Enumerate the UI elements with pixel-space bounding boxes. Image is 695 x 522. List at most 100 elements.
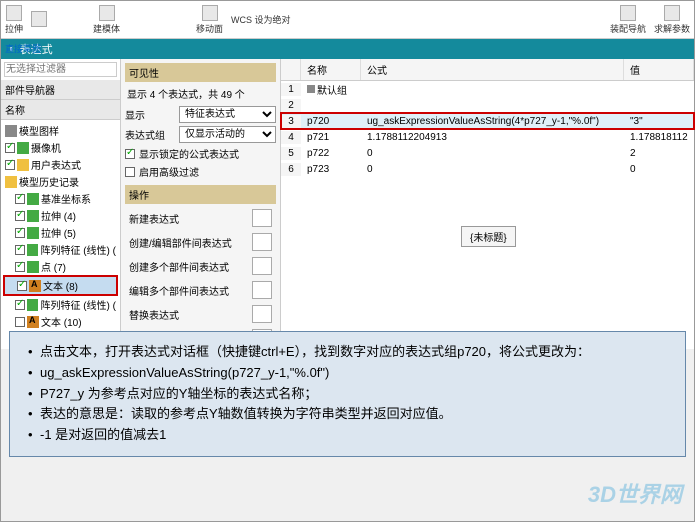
tree-item-label: 点 (7) [41, 259, 66, 274]
mid-panel: 可见性 显示 4 个表达式，共 49 个 显示 特征表达式 表达式组 仅显示活动… [121, 59, 281, 349]
tree-checkbox[interactable] [15, 300, 25, 310]
tree-item[interactable]: 文本 (10) [3, 313, 118, 330]
tree-item[interactable]: 模型图样 [3, 122, 118, 139]
model-tree: 模型图样摄像机用户表达式模型历史记录基准坐标系拉伸 (4) 拉伸 (5) 阵列特征 … [1, 120, 120, 349]
green-icon [27, 299, 39, 311]
tree-item-label: 基准坐标系 [41, 191, 91, 206]
table-row[interactable]: 6p72300 [281, 161, 694, 177]
instruction-item: 点击文本，打开表达式对话框（快捷键ctrl+E），找到数字对应的表达式组p720… [24, 342, 671, 363]
tree-checkbox[interactable] [15, 228, 25, 238]
action-item[interactable]: 替换表达式 [125, 302, 276, 326]
tree-item[interactable]: 阵列特征 (线性) ( [3, 296, 118, 313]
tree-item-label: 阵列特征 (线性) ( [40, 242, 116, 257]
table-row[interactable]: 3p720ug_askExpressionValueAsString(4*p72… [281, 113, 694, 129]
th-value[interactable]: 值 [624, 59, 694, 80]
folder-icon [17, 159, 29, 171]
left-panel: 部件导航器 名称 模型图样摄像机用户表达式模型历史记录基准坐标系拉伸 (4) 拉伸… [1, 59, 121, 349]
table-row[interactable]: 4p7211.17881122049131.178818112 [281, 129, 694, 145]
action-icon [252, 233, 272, 251]
ribbon-item[interactable]: 拉伸 [5, 5, 23, 35]
model-icon [5, 125, 17, 137]
tree-item-label: 拉伸 (4) [41, 208, 76, 223]
tree-checkbox[interactable] [15, 211, 25, 221]
green-icon [27, 244, 39, 256]
show-locked-label: 显示锁定的公式表达式 [139, 146, 239, 161]
tree-item[interactable]: 点 (7) [3, 258, 118, 275]
table-row[interactable]: 2 [281, 97, 694, 113]
th-name[interactable]: 名称 [301, 59, 361, 80]
instruction-item: ug_askExpressionValueAsString(p727_y-1,"… [24, 363, 671, 384]
tree-item-label: 摄像机 [31, 140, 61, 155]
tree-item-label: 模型图样 [19, 123, 59, 138]
tree-item-label: 阵列特征 (线性) ( [40, 297, 116, 312]
green-icon [27, 227, 39, 239]
tree-item[interactable]: 文本 (8) [3, 275, 118, 296]
green-icon [27, 210, 39, 222]
green-icon [27, 261, 39, 273]
name-column-header[interactable]: 名称 [1, 100, 120, 120]
tree-checkbox[interactable] [15, 317, 25, 327]
ribbon-item[interactable]: WCS 设为绝对 [231, 13, 291, 26]
show-count: 显示 4 个表达式，共 49 个 [125, 84, 276, 103]
show-locked-checkbox[interactable] [125, 149, 135, 159]
right-panel: 名称 公式 值 1 默认组 23p720ug_askExpressionValu… [281, 59, 694, 349]
instruction-item: 表达的意思是：读取的参考点Y轴数值转换为字符串类型并返回对应值。 [24, 404, 671, 425]
display-select[interactable]: 特征表达式 [179, 106, 276, 123]
th-num[interactable] [281, 59, 301, 80]
green-icon [17, 142, 29, 154]
tree-item[interactable]: 摄像机 [3, 139, 118, 156]
table-body: 1 默认组 23p720ug_askExpressionValueAsStrin… [281, 81, 694, 349]
nav-header: 部件导航器 [1, 80, 120, 100]
ribbon-item[interactable]: 装配导航 [610, 5, 646, 35]
watermark: 3D世界网 [588, 477, 682, 509]
tree-checkbox[interactable] [15, 262, 25, 272]
display-label: 显示 [125, 107, 175, 122]
tree-item[interactable]: 用户表达式 [3, 156, 118, 173]
action-item[interactable]: 创建多个部件间表达式 [125, 254, 276, 278]
tree-item-label: 拉伸 (5) [41, 225, 76, 240]
group-label: 表达式组 [125, 127, 175, 142]
text-icon [29, 280, 41, 292]
tree-item[interactable]: 基准坐标系 [3, 190, 118, 207]
text-icon [27, 316, 39, 328]
ribbon-toolbar: 拉伸 建模体 移动面 WCS 设为绝对 装配导航 求解参数 [1, 1, 694, 39]
untitled-button[interactable]: {未标题} [461, 226, 516, 247]
action-icon [252, 257, 272, 275]
ribbon-item[interactable]: 求解参数 [654, 5, 690, 35]
filter-input[interactable] [4, 62, 117, 77]
action-icon [252, 209, 272, 227]
tree-item[interactable]: 模型历史记录 [3, 173, 118, 190]
action-item[interactable]: 新建表达式 [125, 206, 276, 230]
action-icon [252, 281, 272, 299]
action-item[interactable]: 创建/编辑部件间表达式 [125, 230, 276, 254]
folder-icon [5, 176, 17, 188]
visibility-section: 可见性 [125, 63, 276, 82]
lock-icon [307, 85, 315, 93]
tree-checkbox[interactable] [15, 245, 25, 255]
tree-item-label: 用户表达式 [31, 157, 81, 172]
tree-checkbox[interactable] [15, 194, 25, 204]
action-item[interactable]: 编辑多个部件间表达式 [125, 278, 276, 302]
enable-filter-checkbox[interactable] [125, 167, 135, 177]
tree-item-label: 模型历史记录 [19, 174, 79, 189]
tree-checkbox[interactable] [5, 143, 15, 153]
tree-checkbox[interactable] [17, 281, 27, 291]
table-row[interactable]: 5p72202 [281, 145, 694, 161]
action-icon [252, 305, 272, 323]
enable-filter-label: 启用高级过滤 [139, 164, 199, 179]
instruction-item: P727_y 为参考点对应的Y轴坐标的表达式名称； [24, 384, 671, 405]
direct-sketch-label[interactable]: 直接草图 [5, 42, 41, 55]
tree-item-label: 文本 (8) [43, 278, 78, 293]
group-select[interactable]: 仅显示活动的 [179, 126, 276, 143]
tree-item[interactable]: 拉伸 (5) [3, 224, 118, 241]
ribbon-item[interactable]: 建模体 [93, 5, 120, 35]
default-group-row[interactable]: 默认组 [301, 81, 361, 98]
tree-item[interactable]: 阵列特征 (线性) ( [3, 241, 118, 258]
tree-checkbox[interactable] [5, 160, 15, 170]
ribbon-item[interactable]: 移动面 [196, 5, 223, 35]
tree-item[interactable]: 拉伸 (4) [3, 207, 118, 224]
expression-tab-bar: 直接草图 ◐ 表达式 [1, 39, 694, 59]
tree-item-label: 文本 (10) [41, 314, 82, 329]
th-formula[interactable]: 公式 [361, 59, 624, 80]
ribbon-item[interactable] [31, 11, 47, 28]
